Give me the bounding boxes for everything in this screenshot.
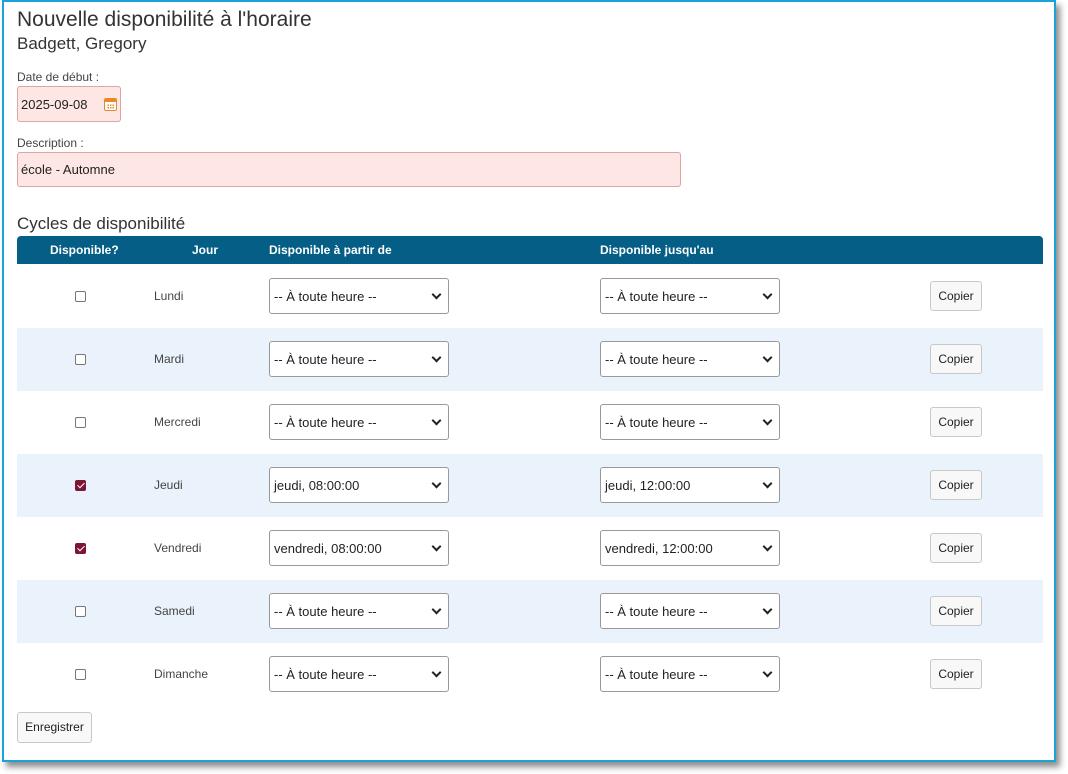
day-label: Mercredi <box>154 415 201 429</box>
chevron-down-icon <box>762 352 773 363</box>
table-row: Samedi -- À toute heure -- -- À toute heur… <box>17 580 1043 643</box>
calendar-icon[interactable] <box>104 98 117 111</box>
start-date-label: Date de début : <box>17 70 100 84</box>
from-select-value: -- À toute heure -- <box>274 604 377 619</box>
employee-name: Badgett, Gregory <box>17 34 147 53</box>
chevron-down-icon <box>431 352 442 363</box>
col-day: Jour <box>192 243 219 257</box>
start-date-field[interactable]: 2025-09-08 <box>17 86 121 122</box>
col-from: Disponible à partir de <box>269 243 392 257</box>
to-select[interactable]: jeudi, 12:00:00 <box>600 467 780 503</box>
from-select[interactable]: vendredi, 08:00:00 <box>269 530 449 566</box>
copy-button[interactable]: Copier <box>930 344 982 374</box>
available-checkbox[interactable] <box>75 480 86 491</box>
col-to: Disponible jusqu'au <box>600 243 714 257</box>
day-label: Jeudi <box>154 478 183 492</box>
to-select[interactable]: -- À toute heure -- <box>600 278 780 314</box>
table-row: Vendredi vendredi, 08:00:00 vendredi, 12:0… <box>17 517 1043 580</box>
from-select[interactable]: -- À toute heure -- <box>269 404 449 440</box>
table-row: Mercredi -- À toute heure -- -- À toute he… <box>17 391 1043 454</box>
table-row: Dimanche -- À toute heure -- -- À toute he… <box>17 643 1043 706</box>
table-row: Mardi -- À toute heure -- -- À toute heure… <box>17 328 1043 391</box>
table-row: Jeudi jeudi, 08:00:00 jeudi, 12:00:00 Copie… <box>17 454 1043 517</box>
table-row: Lundi -- À toute heure -- -- À toute heure… <box>17 265 1043 328</box>
from-select-value: vendredi, 08:00:00 <box>274 541 382 556</box>
to-select[interactable]: -- À toute heure -- <box>600 341 780 377</box>
day-label: Lundi <box>154 289 184 303</box>
to-select-value: -- À toute heure -- <box>605 604 708 619</box>
chevron-down-icon <box>762 604 773 615</box>
copy-button[interactable]: Copier <box>930 596 982 626</box>
chevron-down-icon <box>431 415 442 426</box>
cycles-table-header: Disponible? Jour Disponible à partir de … <box>17 236 1043 264</box>
day-label: Vendredi <box>154 541 202 555</box>
description-value: école - Automne <box>21 162 115 177</box>
chevron-down-icon <box>762 478 773 489</box>
to-select[interactable]: -- À toute heure -- <box>600 404 780 440</box>
chevron-down-icon <box>762 415 773 426</box>
copy-button[interactable]: Copier <box>930 470 982 500</box>
start-date-value: 2025-09-08 <box>21 97 88 112</box>
to-select-value: -- À toute heure -- <box>605 352 708 367</box>
from-select-value: -- À toute heure -- <box>274 289 377 304</box>
from-select[interactable]: -- À toute heure -- <box>269 278 449 314</box>
chevron-down-icon <box>431 289 442 300</box>
available-checkbox[interactable] <box>75 669 86 680</box>
day-label: Samedi <box>154 604 195 618</box>
from-select[interactable]: -- À toute heure -- <box>269 341 449 377</box>
available-checkbox[interactable] <box>75 291 86 302</box>
from-select[interactable]: -- À toute heure -- <box>269 593 449 629</box>
col-available: Disponible? <box>50 243 119 257</box>
dialog-frame: Nouvelle disponibilité à l'horaire Badge… <box>2 0 1056 762</box>
available-checkbox[interactable] <box>75 606 86 617</box>
chevron-down-icon <box>762 667 773 678</box>
from-select-value: jeudi, 08:00:00 <box>274 478 360 493</box>
copy-button[interactable]: Copier <box>930 407 982 437</box>
to-select-value: -- À toute heure -- <box>605 415 708 430</box>
from-select-value: -- À toute heure -- <box>274 415 377 430</box>
chevron-down-icon <box>762 289 773 300</box>
from-select[interactable]: jeudi, 08:00:00 <box>269 467 449 503</box>
available-checkbox[interactable] <box>75 417 86 428</box>
chevron-down-icon <box>762 541 773 552</box>
available-checkbox[interactable] <box>75 543 86 554</box>
to-select-value: -- À toute heure -- <box>605 667 708 682</box>
save-button[interactable]: Enregistrer <box>17 712 92 743</box>
cycles-section-title: Cycles de disponibilité <box>17 214 186 233</box>
chevron-down-icon <box>431 604 442 615</box>
chevron-down-icon <box>431 541 442 552</box>
to-select[interactable]: -- À toute heure -- <box>600 656 780 692</box>
to-select[interactable]: vendredi, 12:00:00 <box>600 530 780 566</box>
from-select-value: -- À toute heure -- <box>274 667 377 682</box>
description-label: Description : <box>17 136 84 150</box>
to-select-value: -- À toute heure -- <box>605 289 708 304</box>
description-field[interactable]: école - Automne <box>17 152 681 187</box>
copy-button[interactable]: Copier <box>930 533 982 563</box>
chevron-down-icon <box>431 478 442 489</box>
chevron-down-icon <box>431 667 442 678</box>
day-label: Mardi <box>154 352 185 366</box>
to-select-value: vendredi, 12:00:00 <box>605 541 713 556</box>
page-title: Nouvelle disponibilité à l'horaire <box>17 8 312 31</box>
day-label: Dimanche <box>154 667 209 681</box>
to-select[interactable]: -- À toute heure -- <box>600 593 780 629</box>
from-select-value: -- À toute heure -- <box>274 352 377 367</box>
copy-button[interactable]: Copier <box>930 281 982 311</box>
copy-button[interactable]: Copier <box>930 659 982 689</box>
to-select-value: jeudi, 12:00:00 <box>605 478 691 493</box>
from-select[interactable]: -- À toute heure -- <box>269 656 449 692</box>
available-checkbox[interactable] <box>75 354 86 365</box>
